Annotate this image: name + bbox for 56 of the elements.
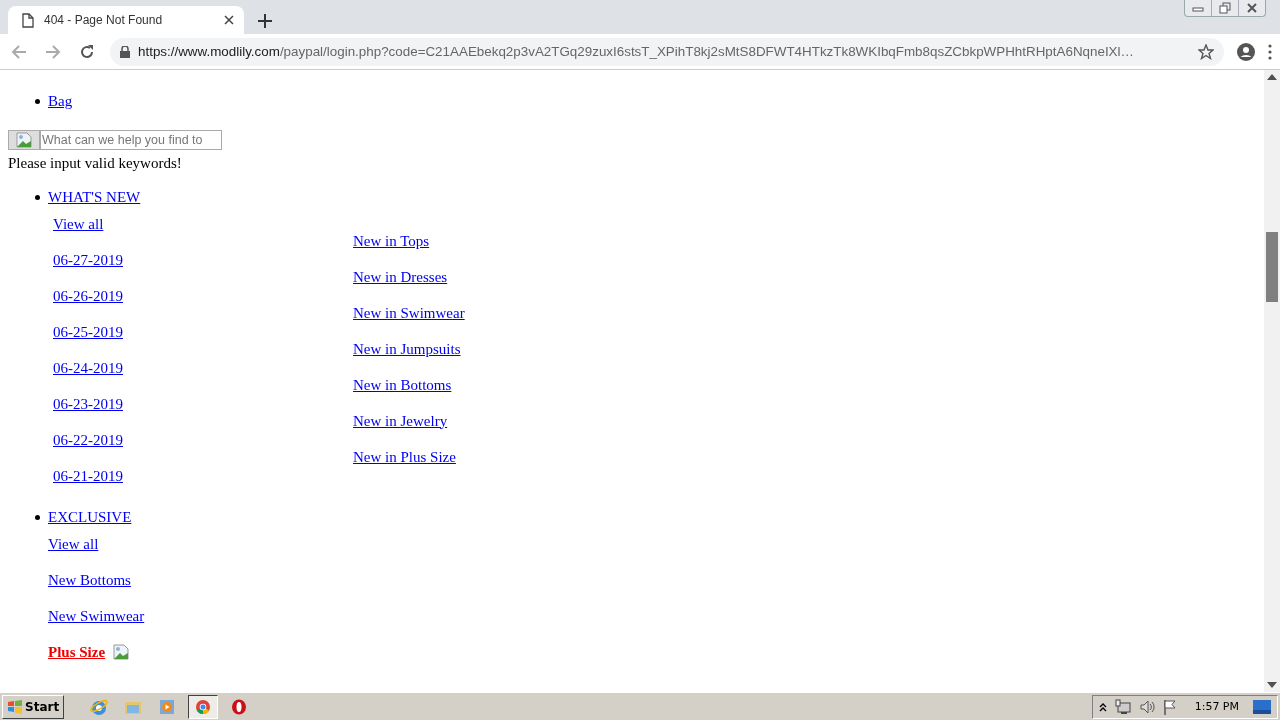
- volume-icon[interactable]: [1138, 698, 1155, 715]
- bullet-icon: [35, 99, 40, 104]
- submenu-link[interactable]: New Swimwear: [48, 607, 145, 625]
- submenu-link[interactable]: 06-26-2019: [53, 287, 123, 305]
- search-button[interactable]: [8, 130, 40, 150]
- submenu-link[interactable]: 06-23-2019: [53, 395, 123, 413]
- browser-tab[interactable]: 404 - Page Not Found: [8, 6, 244, 34]
- restore-icon: [1219, 2, 1231, 14]
- submenu-link[interactable]: 06-27-2019: [53, 251, 123, 269]
- close-icon: [1246, 3, 1258, 13]
- show-hidden-icon[interactable]: [1098, 701, 1107, 712]
- close-icon[interactable]: [224, 15, 234, 25]
- menu-icon[interactable]: [1268, 43, 1272, 60]
- minimize-icon: [1192, 4, 1204, 12]
- submenu-link[interactable]: New in Tops: [353, 232, 430, 250]
- error-message: Please input valid keywords!: [8, 154, 183, 172]
- submenu-link[interactable]: View all: [48, 535, 99, 553]
- submenu-link[interactable]: Plus Size: [48, 643, 106, 661]
- submenu-link[interactable]: 06-21-2019: [53, 467, 123, 485]
- bullet-icon: [35, 515, 40, 520]
- broken-image-icon: [113, 644, 130, 660]
- bullet-icon: [35, 195, 40, 200]
- submenu-link[interactable]: New Bottoms: [48, 571, 131, 589]
- submenu-link[interactable]: View all: [53, 215, 104, 233]
- submenu-link[interactable]: 06-22-2019: [53, 431, 123, 449]
- menu-link[interactable]: EXCLUSIVE: [48, 508, 132, 526]
- start-button[interactable]: Start: [2, 694, 65, 719]
- submenu-link[interactable]: New in Swimwear: [353, 304, 465, 322]
- new-tab-icon[interactable]: [258, 14, 272, 28]
- network-icon[interactable]: [1114, 698, 1131, 715]
- windows-logo-icon: [7, 699, 23, 714]
- submenu-link[interactable]: 06-25-2019: [53, 323, 123, 341]
- search-field[interactable]: What can we help you find to: [40, 130, 222, 150]
- lock-icon: [120, 45, 130, 58]
- scrollbar[interactable]: [1264, 70, 1280, 692]
- submenu-link[interactable]: New in Plus Size: [353, 448, 456, 466]
- scrollbar-thumb[interactable]: [1266, 232, 1278, 302]
- star-icon[interactable]: [1198, 43, 1214, 60]
- page-icon: [22, 12, 34, 28]
- address-bar[interactable]: https://www.modlily.com/paypal/login.php?code=C21AAEbekq2p3vA2TGq29zuxI6stsT_XPihT8kj2sMtS8DFWT4HTkzTk8WKIbqFmb8qsZCbkpWPHhtRHptA6NqneIXl…: [110, 37, 1224, 66]
- submenu-link[interactable]: New in Dresses: [353, 268, 448, 286]
- account-icon[interactable]: [1236, 41, 1256, 62]
- reload-icon: [79, 43, 95, 60]
- chrome-icon[interactable]: [188, 694, 219, 719]
- show-desktop-icon[interactable]: [1253, 699, 1271, 714]
- menu-link[interactable]: WHAT'S NEW: [48, 188, 141, 206]
- flag-icon[interactable]: [1162, 698, 1177, 715]
- submenu-link[interactable]: New in Bottoms: [353, 376, 452, 394]
- clock[interactable]: 1:57 PM: [1194, 700, 1239, 713]
- submenu-link[interactable]: New in Jewelry: [353, 412, 448, 430]
- submenu-link[interactable]: 06-24-2019: [53, 359, 123, 377]
- scroll-down-icon[interactable]: [1267, 682, 1277, 688]
- submenu-link[interactable]: New in Jumpsuits: [353, 340, 461, 358]
- broken-image-icon: [16, 132, 32, 148]
- bag-link[interactable]: Bag: [48, 92, 73, 110]
- scroll-up-icon[interactable]: [1267, 74, 1277, 80]
